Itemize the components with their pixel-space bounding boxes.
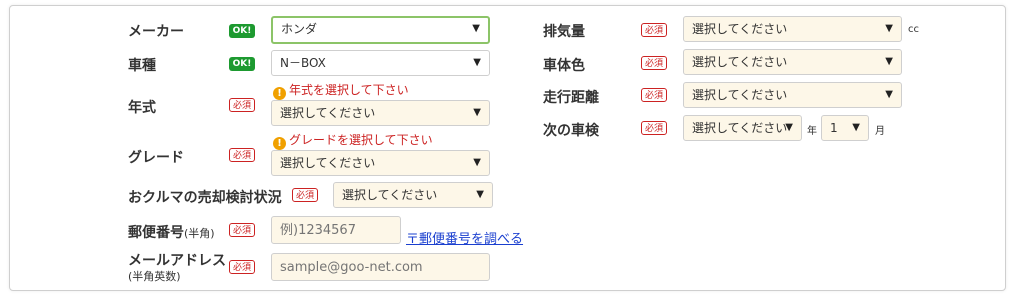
email-label: メールアドレス — [128, 253, 226, 269]
inspection-required-badge: 必須 — [641, 121, 667, 135]
postal-label-small: (半角) — [184, 227, 215, 240]
mileage-select-value: 選択してください — [692, 88, 788, 102]
inspection-month-unit: 月 — [875, 126, 885, 137]
chevron-down-icon: ▼ — [885, 23, 893, 34]
inspection-year-unit: 年 — [807, 126, 817, 137]
chevron-down-icon: ▼ — [852, 122, 860, 133]
postal-mark-icon: 〒 — [406, 232, 420, 247]
postal-lookup-link[interactable]: 〒郵便番号を調べる — [406, 228, 523, 247]
sale-status-select-value: 選択してください — [342, 188, 438, 202]
inspection-month-select-value: 1 — [830, 121, 838, 135]
postal-label-text: 郵便番号 — [128, 225, 184, 241]
grade-error-text: グレードを選択して下さい — [289, 133, 433, 147]
email-input[interactable] — [271, 253, 490, 281]
year-required-badge: 必須 — [229, 98, 255, 112]
chevron-down-icon: ▼ — [473, 157, 481, 168]
grade-select-value: 選択してください — [280, 156, 376, 170]
model-label: 車種 — [128, 58, 156, 74]
model-ok-badge: OK! — [229, 57, 255, 71]
chevron-down-icon: ▼ — [476, 189, 484, 200]
year-error-text: 年式を選択して下さい — [289, 83, 409, 97]
inspection-year-select[interactable]: 選択してください ▼ — [683, 115, 802, 141]
displacement-required-badge: 必須 — [641, 23, 667, 37]
color-select-value: 選択してください — [692, 55, 788, 69]
warning-icon: ! — [273, 137, 286, 150]
year-select[interactable]: 選択してください ▼ — [271, 100, 490, 126]
chevron-down-icon: ▼ — [785, 122, 793, 133]
year-label: 年式 — [128, 100, 156, 116]
postal-code-input[interactable] — [271, 216, 401, 244]
inspection-month-select[interactable]: 1 ▼ — [821, 115, 869, 141]
sale-status-select[interactable]: 選択してください ▼ — [333, 182, 493, 208]
maker-select-value: ホンダ — [281, 22, 318, 36]
maker-label: メーカー — [128, 24, 184, 40]
chevron-down-icon: ▼ — [885, 56, 893, 67]
grade-label: グレード — [128, 150, 184, 166]
warning-icon: ! — [273, 87, 286, 100]
inspection-year-select-value: 選択してください — [692, 121, 788, 135]
model-select-value: N－BOX — [280, 56, 326, 70]
displacement-select-value: 選択してください — [692, 22, 788, 36]
chevron-down-icon: ▼ — [473, 107, 481, 118]
grade-required-badge: 必須 — [229, 148, 255, 162]
year-error: ! 年式を選択して下さい — [273, 81, 409, 100]
mileage-label: 走行距離 — [543, 90, 599, 106]
postal-label: 郵便番号(半角) — [128, 222, 215, 242]
displacement-select[interactable]: 選択してください ▼ — [683, 16, 902, 42]
color-required-badge: 必須 — [641, 56, 667, 70]
year-select-value: 選択してください — [280, 106, 376, 120]
chevron-down-icon: ▼ — [473, 57, 481, 68]
sale-status-label: おクルマの売却検討状況 — [128, 190, 282, 206]
displacement-label: 排気量 — [543, 24, 585, 40]
grade-error: ! グレードを選択して下さい — [273, 131, 433, 150]
sale-status-required-badge: 必須 — [292, 188, 318, 202]
postal-lookup-link-text: 郵便番号を調べる — [419, 232, 524, 247]
grade-select[interactable]: 選択してください ▼ — [271, 150, 490, 176]
maker-ok-badge: OK! — [229, 24, 255, 38]
color-label: 車体色 — [543, 58, 585, 74]
postal-required-badge: 必須 — [229, 223, 255, 237]
chevron-down-icon: ▼ — [472, 23, 480, 34]
mileage-required-badge: 必須 — [641, 88, 667, 102]
color-select[interactable]: 選択してください ▼ — [683, 49, 902, 75]
chevron-down-icon: ▼ — [885, 89, 893, 100]
inspection-label: 次の車検 — [543, 123, 599, 139]
email-sublabel: (半角英数) — [128, 270, 181, 283]
model-select[interactable]: N－BOX ▼ — [271, 50, 490, 76]
mileage-select[interactable]: 選択してください ▼ — [683, 82, 902, 108]
displacement-unit: cc — [908, 24, 919, 35]
email-required-badge: 必須 — [229, 260, 255, 274]
maker-select[interactable]: ホンダ ▼ — [271, 16, 490, 44]
